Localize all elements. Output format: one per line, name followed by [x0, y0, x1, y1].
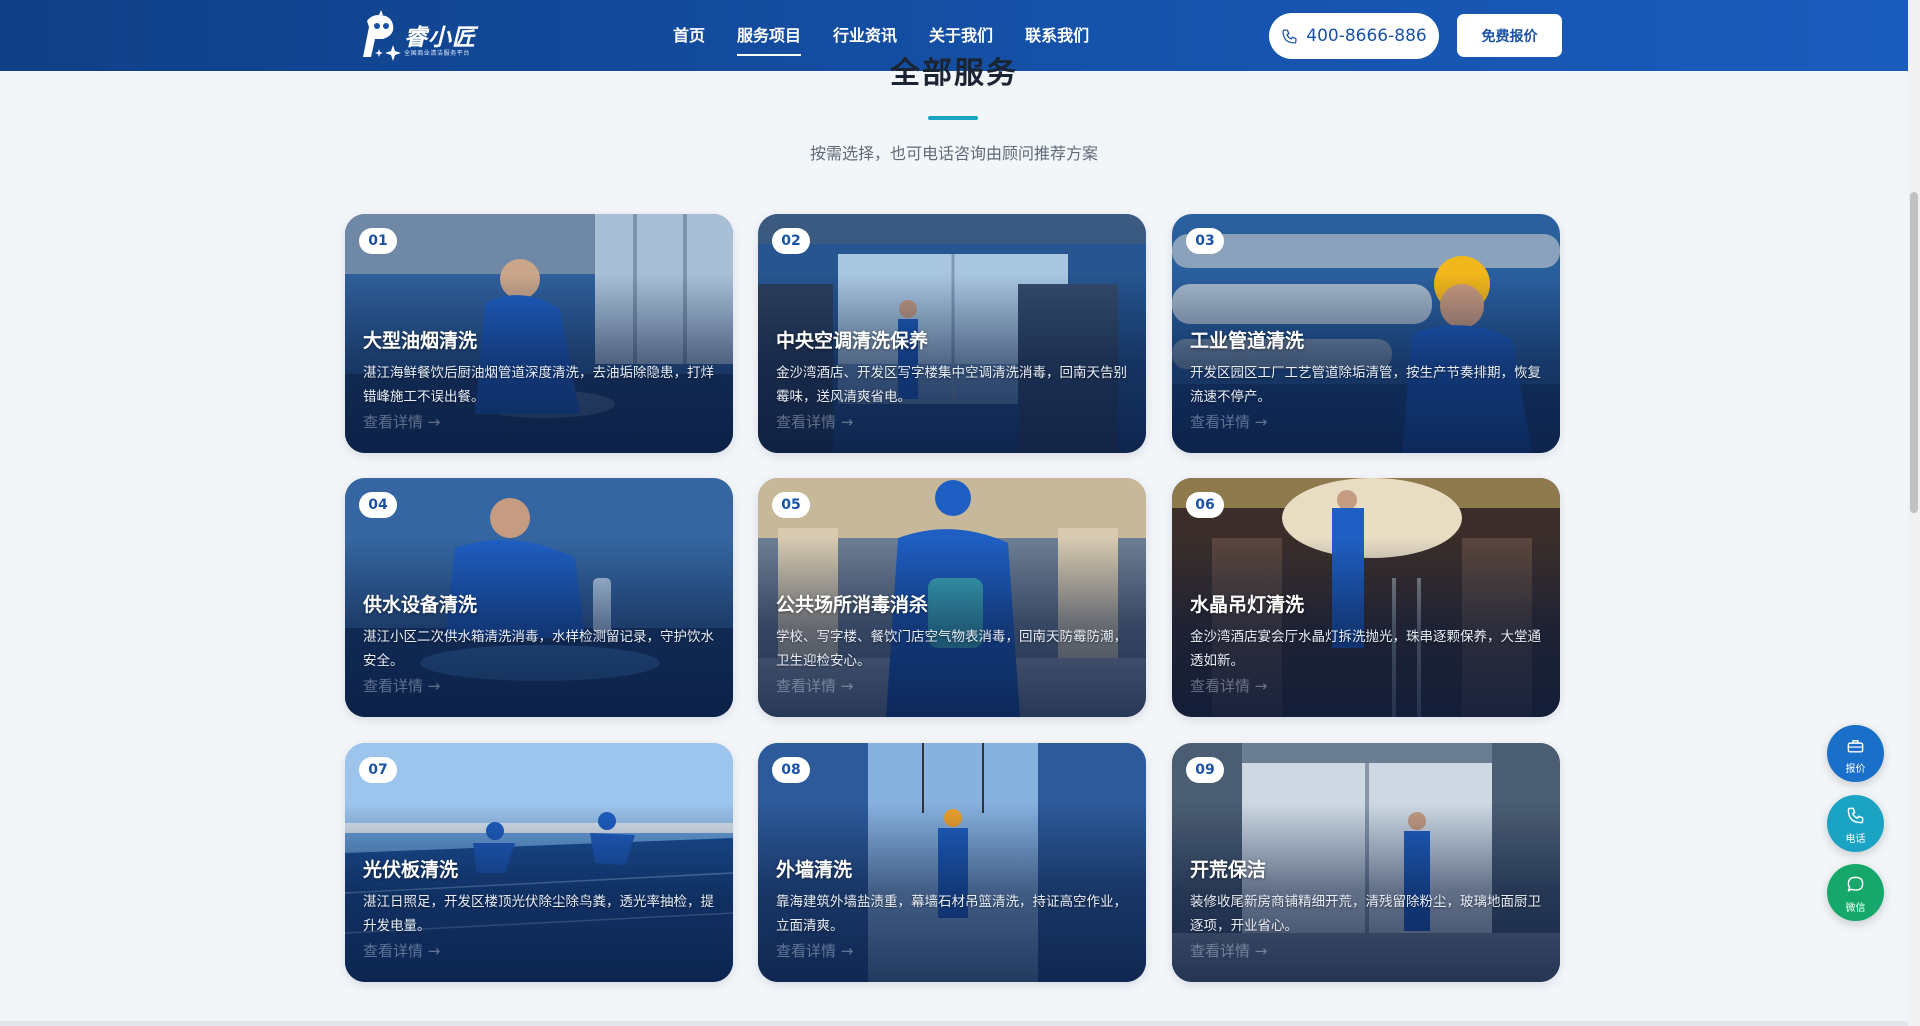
float-wechat-button[interactable]: 微信	[1827, 864, 1884, 921]
section-subtitle: 按需选择，也可电话咨询由顾问推荐方案	[809, 144, 1098, 163]
service-card[interactable]: 05 公共场所消毒消杀学校、写字楼、餐饮门店空气物表消毒，回南天防霉防潮，卫生迎检…	[758, 478, 1146, 717]
phone-icon	[1847, 807, 1864, 824]
card-title: 水晶吊灯清洗	[1190, 594, 1305, 616]
card-description: 湛江小区二次供水箱清洗消毒，水样检测留记录，守护饮水安全。	[363, 629, 714, 669]
free-quote-button[interactable]: 免费报价	[1457, 14, 1562, 57]
view-details-link[interactable]: 查看详情 →	[363, 675, 440, 696]
card-title: 中央空调清洗保养	[776, 330, 929, 352]
view-details-link[interactable]: 查看详情 →	[776, 411, 853, 432]
card-description: 金沙湾酒店、开发区写字楼集中空调清洗消毒，回南天告别霉味，送风清爽省电。	[776, 365, 1127, 405]
view-details-link[interactable]: 查看详情 →	[1190, 675, 1267, 696]
card-description: 学校、写字楼、餐饮门店空气物表消毒，回南天防霉防潮，卫生迎检安心。	[776, 629, 1127, 669]
brand-logo[interactable]: 睿小匠 全国商业清洁服务平台	[357, 9, 497, 63]
service-card[interactable]: 03 工业管道清洗开发区园区工厂工艺管道除垢清管，按生产节奏排期，恢复流速不停产。…	[1172, 214, 1560, 453]
robot-logo-icon	[363, 10, 401, 61]
title-underline	[928, 116, 978, 120]
card-description: 装修收尾新房商铺精细开荒，清残留除粉尘，玻璃地面厨卫逐项，开业省心。	[1190, 894, 1541, 934]
card-description: 开发区园区工厂工艺管道除垢清管，按生产节奏排期，恢复流速不停产。	[1190, 365, 1541, 405]
page-bottom-edge	[0, 1021, 1908, 1026]
logo-subtitle: 全国商业清洁服务平台	[404, 50, 471, 57]
phone-button[interactable]: 400-8666-886	[1269, 13, 1439, 59]
card-title: 公共场所消毒消杀	[776, 594, 929, 616]
chat-icon	[1847, 876, 1864, 892]
card-title: 供水设备清洗	[363, 594, 478, 616]
service-card[interactable]: 01 大型油烟清洗湛江海鲜餐饮后厨油烟管道深度清洗，去油垢除隐患，打烊错峰施工不误…	[345, 214, 733, 453]
card-title: 工业管道清洗	[1190, 330, 1305, 352]
card-number: 07	[359, 757, 397, 783]
page-scrollbar[interactable]	[1908, 0, 1920, 1026]
card-number: 02	[772, 228, 810, 254]
briefcase-icon	[1847, 740, 1864, 753]
view-details-link[interactable]: 查看详情 →	[1190, 411, 1267, 432]
logo-text: 睿小匠	[404, 25, 476, 51]
float-quote-label: 报价	[1845, 764, 1866, 775]
card-number: 04	[359, 492, 397, 518]
service-card[interactable]: 06 水晶吊灯清洗金沙湾酒店宴会厅水晶灯拆洗抛光，珠串逐颗保养，大堂通透如新。查看…	[1172, 478, 1560, 717]
card-title: 光伏板清洗	[363, 859, 459, 881]
card-number: 01	[359, 228, 397, 254]
float-phone-button[interactable]: 电话	[1827, 795, 1884, 852]
card-number: 06	[1186, 492, 1224, 518]
card-number: 08	[772, 757, 810, 783]
card-number: 09	[1186, 757, 1224, 783]
card-description: 金沙湾酒店宴会厅水晶灯拆洗抛光，珠串逐颗保养，大堂通透如新。	[1190, 629, 1541, 669]
card-number: 03	[1186, 228, 1224, 254]
phone-number: 400-8666-886	[1306, 26, 1427, 46]
view-details-link[interactable]: 查看详情 →	[363, 940, 440, 961]
float-quote-button[interactable]: 报价	[1827, 725, 1884, 782]
service-card[interactable]: 02 中央空调清洗保养金沙湾酒店、开发区写字楼集中空调清洗消毒，回南天告别霉味，送…	[758, 214, 1146, 453]
card-description: 湛江海鲜餐饮后厨油烟管道深度清洗，去油垢除隐患，打烊错峰施工不误出餐。	[363, 365, 714, 405]
card-title: 大型油烟清洗	[363, 330, 478, 352]
section-title: 全部服务	[890, 56, 1018, 91]
view-details-link[interactable]: 查看详情 →	[1190, 940, 1267, 961]
card-title: 开荒保洁	[1190, 859, 1267, 881]
card-number: 05	[772, 492, 810, 518]
view-details-link[interactable]: 查看详情 →	[776, 940, 853, 961]
float-wechat-label: 微信	[1845, 903, 1866, 914]
view-details-link[interactable]: 查看详情 →	[363, 411, 440, 432]
card-title: 外墙清洗	[776, 859, 853, 881]
card-description: 湛江日照足，开发区楼顶光伏除尘除鸟粪，透光率抽检，提升发电量。	[363, 894, 714, 934]
service-card[interactable]: 04 供水设备清洗湛江小区二次供水箱清洗消毒，水样检测留记录，守护饮水安全。查看详…	[345, 478, 733, 717]
card-description: 靠海建筑外墙盐渍重，幕墙石材吊篮清洗，持证高空作业，立面清爽。	[776, 894, 1127, 934]
service-card[interactable]: 08 外墙清洗靠海建筑外墙盐渍重，幕墙石材吊篮清洗，持证高空作业，立面清爽。查看详…	[758, 743, 1146, 982]
view-details-link[interactable]: 查看详情 →	[776, 675, 853, 696]
scrollbar-thumb[interactable]	[1910, 192, 1918, 513]
phone-icon	[1282, 28, 1297, 44]
service-card[interactable]: 07 光伏板清洗湛江日照足，开发区楼顶光伏除尘除鸟粪，透光率抽检，提升发电量。查看…	[345, 743, 733, 982]
float-phone-label: 电话	[1845, 834, 1866, 845]
service-card[interactable]: 09 开荒保洁装修收尾新房商铺精细开荒，清残留除粉尘，玻璃地面厨卫逐项，开业省心。…	[1172, 743, 1560, 982]
